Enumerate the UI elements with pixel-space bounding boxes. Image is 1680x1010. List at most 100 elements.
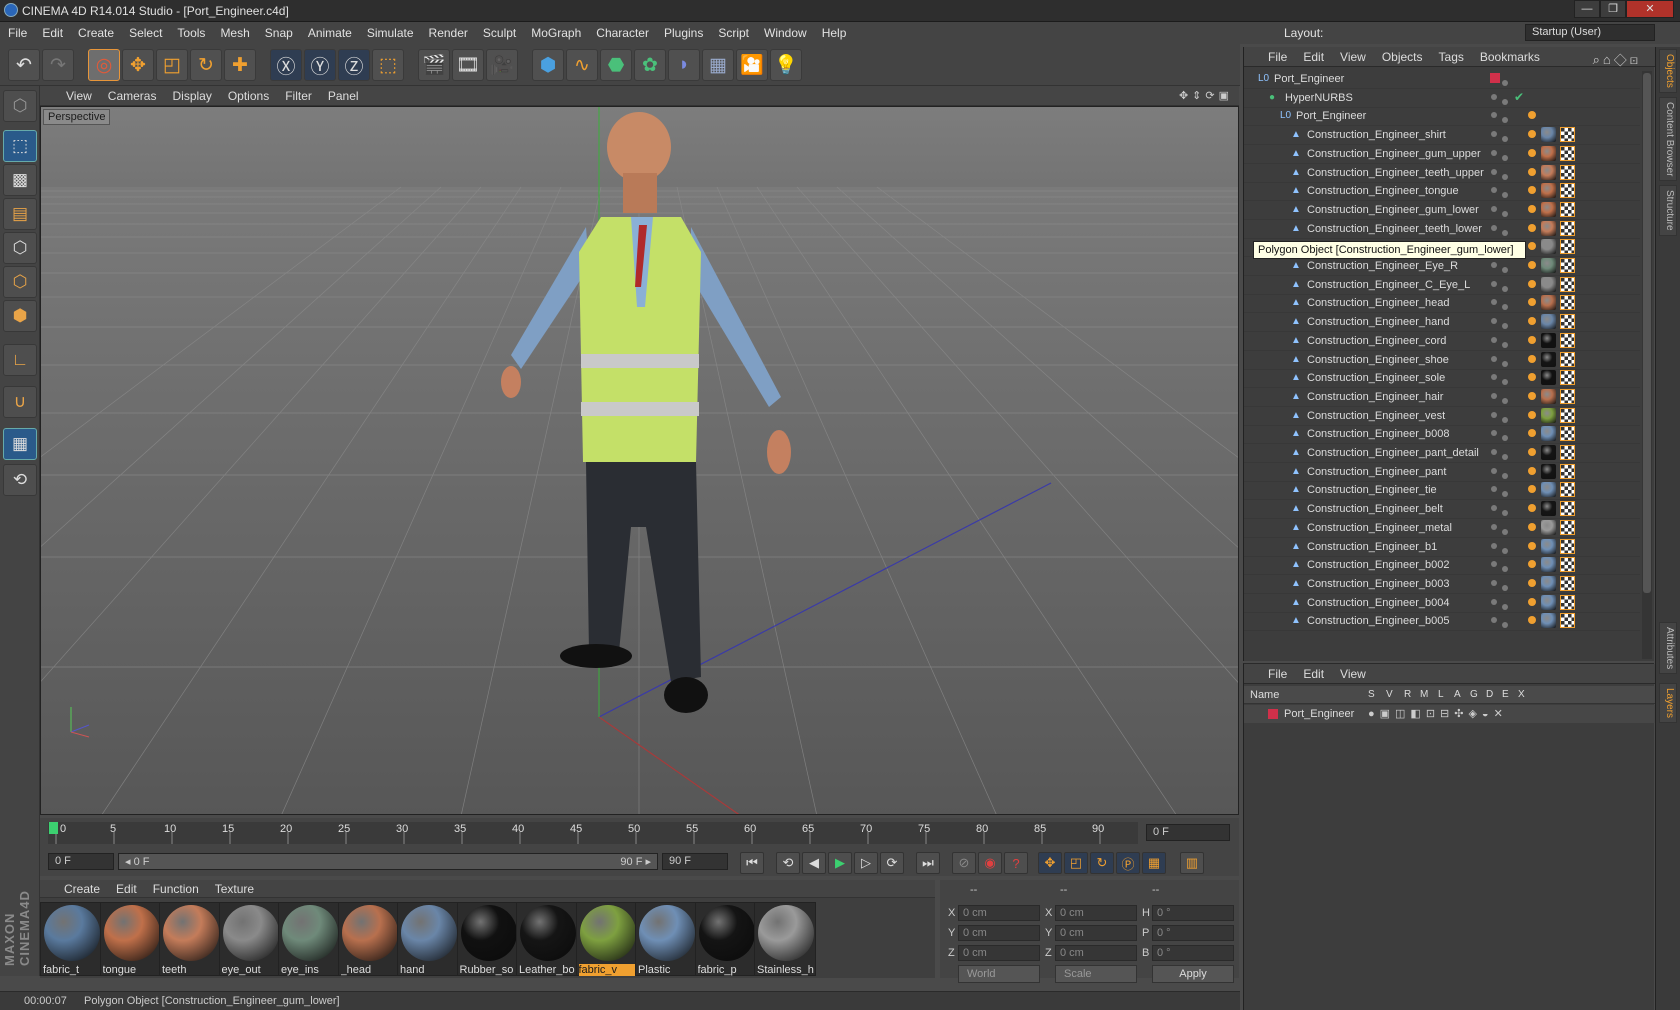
render-visibility-dot[interactable] bbox=[1502, 547, 1508, 554]
viewport-menu-cameras[interactable]: Cameras bbox=[100, 86, 165, 103]
layer-row[interactable]: Port_Engineer ●▣◫◧⊡⊟✣◈◒✕ bbox=[1244, 705, 1655, 723]
uvw-tag-icon[interactable] bbox=[1560, 145, 1575, 161]
end-frame-field[interactable]: 90 F bbox=[662, 853, 728, 870]
phong-tag-icon[interactable] bbox=[1528, 429, 1536, 438]
material-menu-create[interactable]: Create bbox=[40, 880, 108, 896]
phong-tag-icon[interactable] bbox=[1528, 504, 1536, 513]
material-swatch[interactable]: Plastic bbox=[635, 902, 697, 976]
render-visibility-dot[interactable] bbox=[1502, 267, 1508, 273]
material-tag-icon[interactable] bbox=[1541, 145, 1556, 161]
viewport-menu-options[interactable]: Options bbox=[220, 86, 277, 103]
editor-visibility-dot[interactable] bbox=[1491, 224, 1497, 231]
object-row[interactable]: ▲ Construction_Engineer_sole bbox=[1244, 368, 1640, 389]
uvw-tag-icon[interactable] bbox=[1560, 127, 1575, 143]
editor-visibility-dot[interactable] bbox=[1491, 187, 1497, 194]
key-scale-icon[interactable]: ◰ bbox=[1064, 852, 1088, 874]
tab-structure[interactable]: Structure bbox=[1659, 185, 1677, 236]
material-tag-icon[interactable] bbox=[1541, 127, 1556, 143]
layer-col-v[interactable]: V bbox=[1386, 689, 1393, 700]
phong-tag-icon[interactable] bbox=[1528, 354, 1536, 363]
points-mode-icon[interactable]: ⬡ bbox=[3, 232, 37, 264]
phong-tag-icon[interactable] bbox=[1528, 148, 1536, 157]
editor-visibility-dot[interactable] bbox=[1491, 430, 1497, 437]
render-visibility-dot[interactable] bbox=[1502, 491, 1508, 498]
array-icon[interactable]: ✿ bbox=[634, 49, 666, 81]
render-visibility-dot[interactable] bbox=[1502, 566, 1508, 573]
material-swatch[interactable]: fabric_v bbox=[575, 902, 638, 976]
material-menu-function[interactable]: Function bbox=[145, 880, 207, 896]
render-picture-viewer-icon[interactable]: 🎞 bbox=[452, 49, 484, 81]
uvw-tag-icon[interactable] bbox=[1560, 276, 1575, 292]
key-parameter-icon[interactable]: Ⓟ bbox=[1116, 852, 1140, 874]
objects-menu-objects[interactable]: Objects bbox=[1374, 47, 1431, 64]
material-tag-icon[interactable] bbox=[1541, 594, 1556, 610]
undo-icon[interactable]: ↶ bbox=[8, 49, 40, 81]
next-frame-icon[interactable]: ▷ bbox=[854, 852, 878, 874]
position-x-field[interactable]: 0 cm bbox=[958, 905, 1040, 921]
size-y-field[interactable]: 0 cm bbox=[1055, 925, 1137, 941]
render-visibility-dot[interactable] bbox=[1502, 397, 1508, 404]
render-visibility-dot[interactable] bbox=[1502, 323, 1508, 330]
render-visibility-dot[interactable] bbox=[1502, 603, 1508, 610]
objects-menu-file[interactable]: File bbox=[1244, 47, 1295, 64]
object-row[interactable]: ▲ Construction_Engineer_Eye_R bbox=[1244, 256, 1640, 276]
axis-mode-icon[interactable]: ∟ bbox=[3, 344, 37, 376]
editor-visibility-dot[interactable] bbox=[1491, 542, 1497, 549]
key-position-icon[interactable]: ✥ bbox=[1038, 852, 1062, 874]
phong-tag-icon[interactable] bbox=[1528, 522, 1536, 531]
viewport-menu-display[interactable]: Display bbox=[164, 86, 219, 103]
editor-visibility-dot[interactable] bbox=[1491, 467, 1497, 474]
frame-range-slider[interactable]: ◂ 0 F 90 F ▸ bbox=[118, 853, 658, 870]
layout-select[interactable]: Startup (User) bbox=[1525, 24, 1655, 41]
material-tag-icon[interactable] bbox=[1541, 501, 1556, 517]
material-tag-icon[interactable] bbox=[1541, 538, 1556, 554]
render-visibility-dot[interactable] bbox=[1502, 454, 1508, 460]
auto-keying-icon[interactable]: ◉ bbox=[978, 852, 1002, 874]
z-axis-icon[interactable]: Ⓩ bbox=[338, 49, 370, 81]
phong-tag-icon[interactable] bbox=[1528, 560, 1536, 569]
coordinate-mode-select[interactable]: World bbox=[958, 965, 1040, 983]
object-row[interactable]: ▲ Construction_Engineer_belt bbox=[1244, 499, 1640, 520]
phong-tag-icon[interactable] bbox=[1528, 448, 1536, 456]
material-tag-icon[interactable] bbox=[1541, 332, 1556, 348]
viewport-menu-filter[interactable]: Filter bbox=[277, 86, 320, 103]
object-row[interactable]: ▲ Construction_Engineer_vest bbox=[1244, 406, 1640, 426]
current-frame-field[interactable]: 0 F bbox=[1146, 824, 1230, 841]
object-row[interactable]: ▲ Construction_Engineer_b008 bbox=[1244, 424, 1640, 445]
object-row[interactable]: L0 Port_Engineer bbox=[1244, 69, 1640, 89]
objects-menu-edit[interactable]: Edit bbox=[1295, 47, 1332, 64]
editor-visibility-dot[interactable] bbox=[1491, 205, 1497, 212]
menu-select[interactable]: Select bbox=[121, 22, 169, 40]
layer-col-e[interactable]: E bbox=[1502, 689, 1509, 700]
live-selection-icon[interactable]: ◎ bbox=[88, 49, 120, 81]
uvw-tag-icon[interactable] bbox=[1560, 426, 1575, 442]
material-menu-edit[interactable]: Edit bbox=[108, 880, 145, 896]
object-row[interactable]: ▲ Construction_Engineer_shirt bbox=[1244, 125, 1640, 146]
material-swatch[interactable]: fabric_p bbox=[694, 902, 757, 976]
layer-col-x[interactable]: X bbox=[1518, 689, 1525, 700]
render-visibility-dot[interactable] bbox=[1502, 510, 1508, 517]
editor-visibility-dot[interactable] bbox=[1491, 411, 1497, 418]
phong-tag-icon[interactable] bbox=[1528, 541, 1536, 550]
layer-color-swatch[interactable] bbox=[1268, 709, 1278, 719]
uvw-tag-icon[interactable] bbox=[1560, 239, 1575, 255]
record-keys-icon[interactable]: ⊘ bbox=[952, 852, 976, 874]
material-tag-icon[interactable] bbox=[1541, 314, 1556, 330]
layers-menu-view[interactable]: View bbox=[1332, 664, 1374, 681]
phong-tag-icon[interactable] bbox=[1528, 261, 1536, 269]
object-row[interactable]: ▲ Construction_Engineer_cord bbox=[1244, 331, 1640, 351]
enabled-check-icon[interactable]: ✔ bbox=[1514, 90, 1524, 104]
perspective-viewport[interactable]: Perspective bbox=[40, 106, 1239, 815]
material-swatch[interactable]: Leather_bo bbox=[516, 902, 578, 976]
position-y-field[interactable]: 0 cm bbox=[958, 925, 1040, 941]
phong-tag-icon[interactable] bbox=[1528, 485, 1536, 494]
menu-mesh[interactable]: Mesh bbox=[212, 22, 256, 40]
model-mode-icon[interactable]: ⬚ bbox=[3, 130, 37, 162]
material-swatch[interactable]: Stainless_h bbox=[754, 902, 816, 976]
phong-tag-icon[interactable] bbox=[1528, 111, 1536, 120]
phong-tag-icon[interactable] bbox=[1528, 223, 1536, 232]
layer-col-l[interactable]: L bbox=[1438, 689, 1444, 700]
menu-script[interactable]: Script bbox=[710, 22, 756, 40]
uvw-tag-icon[interactable] bbox=[1560, 613, 1575, 629]
next-key-icon[interactable]: ⟳ bbox=[880, 852, 904, 874]
